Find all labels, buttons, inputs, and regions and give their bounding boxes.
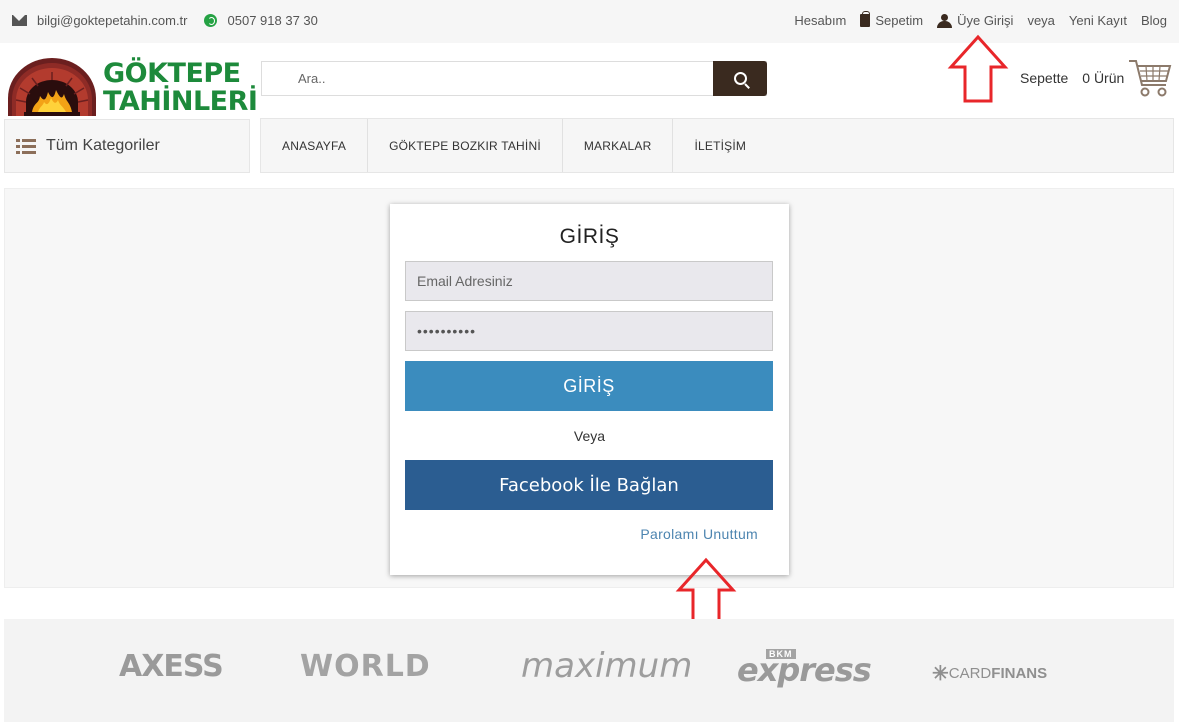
oven-logo-icon xyxy=(8,58,96,116)
user-icon xyxy=(937,13,953,28)
world-logo: WORLD xyxy=(300,649,431,684)
nav-item-bozkir-tahini[interactable]: GÖKTEPE BOZKIR TAHİNİ xyxy=(368,119,563,172)
logo-text: GÖKTEPE TAHİNLERİ xyxy=(103,58,258,117)
cart-link[interactable]: Sepetim xyxy=(860,11,924,28)
blog-link-label: Blog xyxy=(1140,13,1167,28)
facebook-login-button[interactable]: Facebook İle Bağlan xyxy=(405,460,773,510)
maximum-logo: maximum xyxy=(521,646,693,686)
cart-count: 0 Ürün xyxy=(1082,70,1125,86)
cart-label: Sepette xyxy=(1020,70,1069,86)
register-link-label: Yeni Kayıt xyxy=(1068,13,1127,28)
account-link[interactable]: Hesabım xyxy=(794,13,846,28)
mail-icon xyxy=(12,15,27,26)
all-categories-button[interactable]: Tüm Kategoriler xyxy=(4,119,250,173)
login-panel: GİRİŞ GİRİŞ Veya Facebook İle Bağlan Par… xyxy=(390,204,789,575)
email-field[interactable] xyxy=(405,261,773,301)
shopping-bag-icon xyxy=(860,11,871,27)
contact-info: bilgi@goktepetahin.com.tr 0507 918 37 30 xyxy=(12,13,318,28)
register-link[interactable]: Yeni Kayıt xyxy=(1069,13,1127,28)
red-arrow-up-icon xyxy=(947,34,1009,103)
login-link-label: Üye Girişi xyxy=(957,13,1014,28)
or-text: veya xyxy=(1027,13,1055,28)
header-cart[interactable]: Sepette 0 Ürün xyxy=(1020,56,1172,100)
account-link-label: Hesabım xyxy=(794,13,847,28)
cardfinans-prefix: CARD xyxy=(948,665,992,682)
red-arrow-up-icon xyxy=(675,557,737,626)
cart-link-label: Sepetim xyxy=(875,13,924,28)
login-link[interactable]: Üye Girişi xyxy=(937,13,1013,28)
search-input[interactable] xyxy=(262,62,714,95)
site-logo[interactable]: GÖKTEPE TAHİNLERİ xyxy=(6,58,258,116)
bkm-express-logo: express xyxy=(737,651,872,689)
or-divider-text: Veya xyxy=(573,428,606,444)
axess-logo: AXESS xyxy=(119,649,224,684)
bank-logos: AXESS WORLD maximum BKM express ✳CARDFIN… xyxy=(4,619,1174,722)
search-bar xyxy=(261,61,767,96)
logo-line-1: GÖKTEPE xyxy=(103,58,241,89)
blog-link[interactable]: Blog xyxy=(1141,13,1167,28)
password-field[interactable] xyxy=(405,311,773,351)
cardfinans-main: FINANS xyxy=(991,665,1048,682)
login-title: GİRİŞ xyxy=(559,225,620,248)
contact-email[interactable]: bilgi@goktepetahin.com.tr xyxy=(37,13,188,28)
top-nav: Hesabım Sepetim Üye Girişi veya Yeni Kay… xyxy=(780,11,1167,28)
search-icon xyxy=(733,72,747,85)
main-nav: ANASAYFA GÖKTEPE BOZKIR TAHİNİ MARKALAR … xyxy=(260,118,1174,173)
all-categories-label: Tüm Kategoriler xyxy=(46,137,160,154)
cardfinans-logo: ✳CARDFINANS xyxy=(932,661,1047,686)
nav-item-home[interactable]: ANASAYFA xyxy=(261,119,369,172)
login-button[interactable]: GİRİŞ xyxy=(405,361,773,411)
nav-item-brands[interactable]: MARKALAR xyxy=(563,119,674,172)
contact-phone[interactable]: 0507 918 37 30 xyxy=(228,13,318,28)
whatsapp-icon xyxy=(203,14,217,27)
forgot-password-link[interactable]: Parolamı Unuttum xyxy=(640,526,758,542)
list-icon xyxy=(16,138,36,154)
cardfinans-star-icon: ✳ xyxy=(932,663,949,685)
nav-item-contact[interactable]: İLETİŞİM xyxy=(673,119,767,172)
logo-line-2: TAHİNLERİ xyxy=(103,86,258,117)
search-button[interactable] xyxy=(713,61,767,96)
shopping-cart-icon xyxy=(1129,60,1172,97)
